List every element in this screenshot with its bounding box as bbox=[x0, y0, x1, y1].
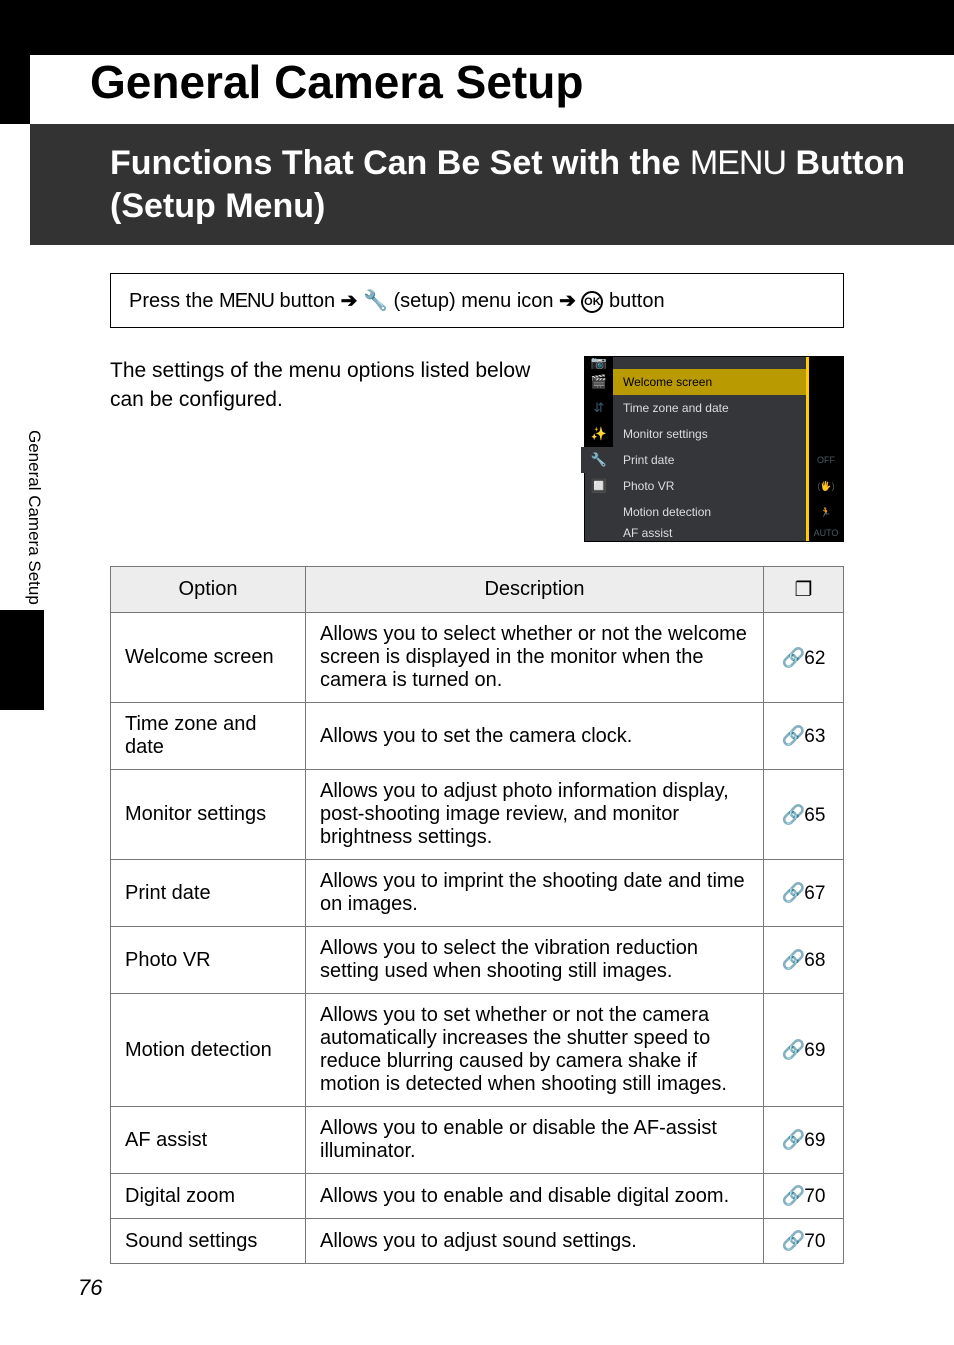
cell-description: Allows you to select the vibration reduc… bbox=[306, 927, 764, 994]
cell-description: Allows you to set whether or not the cam… bbox=[306, 994, 764, 1107]
cs-tab: 🔲 bbox=[585, 473, 613, 499]
section-heading-pre: Functions That Can Be Set with the bbox=[110, 144, 690, 182]
cell-description: Allows you to enable and disable digital… bbox=[306, 1174, 764, 1219]
table-row: Photo VRAllows you to select the vibrati… bbox=[111, 927, 844, 994]
cs-value: AUTO bbox=[809, 525, 843, 541]
cs-value bbox=[809, 421, 843, 447]
cell-ref: 🔗69 bbox=[764, 1107, 844, 1174]
cs-value bbox=[809, 369, 843, 395]
cs-item: Print date bbox=[613, 447, 809, 473]
cs-value: OFF bbox=[809, 447, 843, 473]
cs-item: Time zone and date bbox=[613, 395, 809, 421]
cell-option: AF assist bbox=[111, 1107, 306, 1174]
cell-ref: 🔗70 bbox=[764, 1174, 844, 1219]
cell-ref: 🔗67 bbox=[764, 860, 844, 927]
cell-ref: 🔗69 bbox=[764, 994, 844, 1107]
table-row: AF assistAllows you to enable or disable… bbox=[111, 1107, 844, 1174]
th-description: Description bbox=[306, 567, 764, 613]
cell-option: Monitor settings bbox=[111, 770, 306, 860]
options-table: Option Description ❐ Welcome screenAllow… bbox=[110, 566, 844, 1264]
cell-description: Allows you to adjust photo information d… bbox=[306, 770, 764, 860]
instr-mid2: (setup) menu icon bbox=[388, 290, 559, 312]
cell-ref: 🔗65 bbox=[764, 770, 844, 860]
cs-value bbox=[809, 395, 843, 421]
cs-item: Welcome screen bbox=[613, 369, 809, 395]
cell-ref: 🔗62 bbox=[764, 613, 844, 703]
section-heading: Functions That Can Be Set with the MENU … bbox=[30, 124, 954, 245]
ref-link-icon: 🔗 bbox=[782, 1229, 804, 1253]
camera-screen-illustration: 📷 🎬 Welcome screen ⇵ Time zone and date … bbox=[584, 356, 844, 542]
title-accent bbox=[0, 55, 30, 124]
intro-text: The settings of the menu options listed … bbox=[110, 356, 554, 415]
cell-description: Allows you to select whether or not the … bbox=[306, 613, 764, 703]
ref-link-icon: 🔗 bbox=[782, 948, 804, 972]
table-row: Print dateAllows you to imprint the shoo… bbox=[111, 860, 844, 927]
cell-option: Motion detection bbox=[111, 994, 306, 1107]
cell-description: Allows you to enable or disable the AF-a… bbox=[306, 1107, 764, 1174]
instr-post: button bbox=[603, 290, 664, 312]
table-row: Time zone and dateAllows you to set the … bbox=[111, 703, 844, 770]
menu-glyph: MENU bbox=[690, 144, 786, 182]
wrench-icon: 🔧 bbox=[363, 288, 388, 313]
page-number: 76 bbox=[78, 1275, 102, 1301]
th-option: Option bbox=[111, 567, 306, 613]
top-black-bar bbox=[0, 0, 954, 55]
cs-tab-active: 🔧 bbox=[585, 447, 613, 473]
cell-option: Welcome screen bbox=[111, 613, 306, 703]
cell-option: Sound settings bbox=[111, 1219, 306, 1264]
ref-link-icon: 🔗 bbox=[782, 646, 804, 670]
table-row: Monitor settingsAllows you to adjust pho… bbox=[111, 770, 844, 860]
table-row: Welcome screenAllows you to select wheth… bbox=[111, 613, 844, 703]
side-tab-marker bbox=[0, 610, 44, 710]
cell-option: Photo VR bbox=[111, 927, 306, 994]
cs-item: Photo VR bbox=[613, 473, 809, 499]
cs-item: Motion detection bbox=[613, 499, 809, 525]
page-title: General Camera Setup bbox=[30, 55, 954, 124]
arrow-icon: ➔ bbox=[341, 290, 358, 312]
ref-link-icon: 🔗 bbox=[782, 724, 804, 748]
cs-value: (🖐) bbox=[809, 473, 843, 499]
table-row: Digital zoomAllows you to enable and dis… bbox=[111, 1174, 844, 1219]
cell-ref: 🔗68 bbox=[764, 927, 844, 994]
ok-icon: OK bbox=[581, 291, 603, 313]
book-icon: ❐ bbox=[795, 577, 813, 602]
instr-menu-glyph: MENU bbox=[219, 290, 274, 312]
ref-link-icon: 🔗 bbox=[782, 1128, 804, 1152]
cs-item: AF assist bbox=[613, 525, 809, 541]
title-row: General Camera Setup bbox=[0, 55, 954, 124]
table-row: Motion detectionAllows you to set whethe… bbox=[111, 994, 844, 1107]
cell-option: Print date bbox=[111, 860, 306, 927]
side-label: General Camera Setup bbox=[24, 430, 44, 605]
cell-ref: 🔗63 bbox=[764, 703, 844, 770]
cs-value: 🏃 bbox=[809, 499, 843, 525]
cell-description: Allows you to adjust sound settings. bbox=[306, 1219, 764, 1264]
cs-tab-blank bbox=[585, 499, 613, 525]
cs-tab-blank bbox=[585, 525, 613, 541]
cs-item: Monitor settings bbox=[613, 421, 809, 447]
cell-ref: 🔗70 bbox=[764, 1219, 844, 1264]
cell-description: Allows you to imprint the shooting date … bbox=[306, 860, 764, 927]
cs-tab: 🎬 bbox=[585, 369, 613, 395]
cell-option: Time zone and date bbox=[111, 703, 306, 770]
ref-link-icon: 🔗 bbox=[782, 1038, 804, 1062]
instr-pre: Press the bbox=[129, 290, 219, 312]
cell-option: Digital zoom bbox=[111, 1174, 306, 1219]
arrow-icon: ➔ bbox=[559, 290, 576, 312]
instr-mid1: button bbox=[274, 290, 341, 312]
cs-tab: 📷 bbox=[585, 357, 613, 369]
cs-tab: ✨ bbox=[585, 421, 613, 447]
cell-description: Allows you to set the camera clock. bbox=[306, 703, 764, 770]
ref-link-icon: 🔗 bbox=[782, 1184, 804, 1208]
th-ref: ❐ bbox=[764, 567, 844, 613]
table-row: Sound settingsAllows you to adjust sound… bbox=[111, 1219, 844, 1264]
ref-link-icon: 🔗 bbox=[782, 881, 804, 905]
ref-link-icon: 🔗 bbox=[782, 803, 804, 827]
instruction-box: Press the MENU button ➔ 🔧 (setup) menu i… bbox=[110, 273, 844, 328]
cs-tab: ⇵ bbox=[585, 395, 613, 421]
